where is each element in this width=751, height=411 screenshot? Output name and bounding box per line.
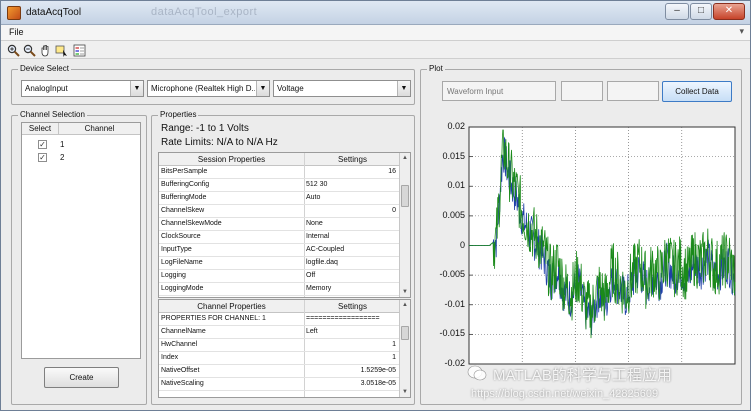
channel-table: Select Channel ✓ 1 ✓ 2 <box>21 122 141 359</box>
scroll-down-icon[interactable]: ▼ <box>400 287 410 297</box>
zoom-out-icon[interactable] <box>22 43 36 57</box>
table-row[interactable]: ClockSource Internal <box>159 231 399 244</box>
table-row[interactable]: InputType AC-Coupled <box>159 244 399 257</box>
title-bar: dataAcqTool dataAcqTool_export – □ ✕ <box>1 1 750 25</box>
window-title: dataAcqTool <box>26 7 82 18</box>
device-select-label: Device Select <box>18 64 71 73</box>
scroll-up-icon[interactable]: ▲ <box>400 153 410 163</box>
close-button[interactable]: ✕ <box>713 3 745 20</box>
pan-icon[interactable] <box>38 43 52 57</box>
session-table-header: Session Properties Settings <box>159 153 399 166</box>
settings-header: Settings <box>338 302 367 311</box>
blank-field-2[interactable] <box>607 81 659 101</box>
scrollbar-thumb[interactable] <box>401 185 409 207</box>
watermark-brand: MATLAB的科学与工程应用 <box>493 367 672 384</box>
plot-label: Plot <box>427 64 445 73</box>
background-window-title: dataAcqTool_export <box>151 6 258 18</box>
table-row[interactable]: ChannelSkewMode None <box>159 218 399 231</box>
table-row[interactable]: NativeOffset 1.5259e-05 <box>159 365 399 378</box>
table-row[interactable]: PROPERTIES FOR CHANNEL: 1 ===============… <box>159 313 399 326</box>
watermark-url: https://blog.csdn.net/weixin_42825609 <box>471 388 659 400</box>
table-row[interactable]: BufferingConfig 512 30 <box>159 179 399 192</box>
collect-data-button[interactable]: Collect Data <box>662 81 732 102</box>
properties-label: Properties <box>158 110 199 119</box>
zoom-in-icon[interactable] <box>6 43 20 57</box>
create-button[interactable]: Create <box>44 367 119 388</box>
wechat-icon <box>467 365 487 383</box>
scroll-up-icon[interactable]: ▲ <box>400 300 410 310</box>
select-column-header: Select <box>22 123 59 135</box>
channel-selection-label: Channel Selection <box>18 110 87 119</box>
table-row[interactable]: Index 1 <box>159 352 399 365</box>
minimize-button[interactable]: – <box>665 3 689 20</box>
settings-header: Settings <box>338 155 367 164</box>
channel-2-checkbox[interactable]: ✓ <box>38 153 47 162</box>
legend-icon[interactable] <box>72 43 86 57</box>
plot-axes-container: 0.02 0.015 0.01 0.005 0 -0.005 -0.01 -0.015 -0.0… <box>427 119 741 379</box>
rate-limits-text: Rate Limits: N/A to N/A Hz <box>161 137 278 148</box>
channel-properties-table: Channel Properties Settings PROPERTIES F… <box>158 299 411 398</box>
session-table-scrollbar[interactable]: ▲ ▼ <box>399 153 410 297</box>
app-window: dataAcqTool dataAcqTool_export – □ ✕ Fil… <box>0 0 751 411</box>
data-cursor-icon[interactable] <box>54 43 68 57</box>
channel-type-dropdown[interactable]: Voltage ▼ <box>273 80 411 97</box>
device-value: Microphone (Realtek High D... <box>151 84 255 93</box>
channel-table-scrollbar[interactable]: ▲ ▼ <box>399 300 410 397</box>
waveform-input-field[interactable]: Waveform Input <box>442 81 556 101</box>
table-row[interactable]: BitsPerSample 16 <box>159 166 399 179</box>
channel-properties-header: Channel Properties <box>197 302 266 311</box>
channel-number: 1 <box>60 140 65 149</box>
chevron-down-icon[interactable]: ▼ <box>256 81 269 96</box>
table-row[interactable]: HwChannel 1 <box>159 339 399 352</box>
menu-bar: File ▾ <box>1 25 750 41</box>
channel-column-header: Channel <box>59 123 140 135</box>
scrollbar-thumb[interactable] <box>401 326 409 340</box>
table-row[interactable]: BufferingMode Auto <box>159 192 399 205</box>
maximize-button[interactable]: □ <box>690 3 712 20</box>
waveform-input-text: Waveform Input <box>447 87 504 96</box>
table-row[interactable]: LogFileName logfile.daq <box>159 257 399 270</box>
blank-field-1[interactable] <box>561 81 603 101</box>
channel-1-checkbox[interactable]: ✓ <box>38 140 47 149</box>
session-properties-header: Session Properties <box>197 155 266 164</box>
scroll-down-icon[interactable]: ▼ <box>400 387 410 397</box>
channel-type-value: Voltage <box>277 84 304 93</box>
channel-table-header: Channel Properties Settings <box>159 300 399 313</box>
table-row[interactable]: Logging Off <box>159 270 399 283</box>
channel-number: 2 <box>60 153 65 162</box>
table-row[interactable]: NativeScaling 3.0518e-05 <box>159 378 399 391</box>
adaptor-value: AnalogInput <box>25 84 68 93</box>
menu-file[interactable]: File <box>9 27 24 37</box>
table-row[interactable]: LoggingMode Memory <box>159 283 399 296</box>
waveform-chart[interactable] <box>427 119 741 379</box>
range-text: Range: -1 to 1 Volts <box>161 123 249 134</box>
matlab-app-icon <box>7 6 21 20</box>
table-row[interactable]: ChannelSkew 0 <box>159 205 399 218</box>
chevron-down-icon[interactable]: ▼ <box>397 81 410 96</box>
chevron-down-icon[interactable]: ▾ <box>739 26 744 37</box>
session-properties-table: Session Properties Settings BitsPerSampl… <box>158 152 411 298</box>
toolbar <box>1 41 750 59</box>
table-row[interactable]: ChannelName Left <box>159 326 399 339</box>
chevron-down-icon[interactable]: ▼ <box>130 81 143 96</box>
device-dropdown[interactable]: Microphone (Realtek High D... ▼ <box>147 80 270 97</box>
adaptor-dropdown[interactable]: AnalogInput ▼ <box>21 80 144 97</box>
